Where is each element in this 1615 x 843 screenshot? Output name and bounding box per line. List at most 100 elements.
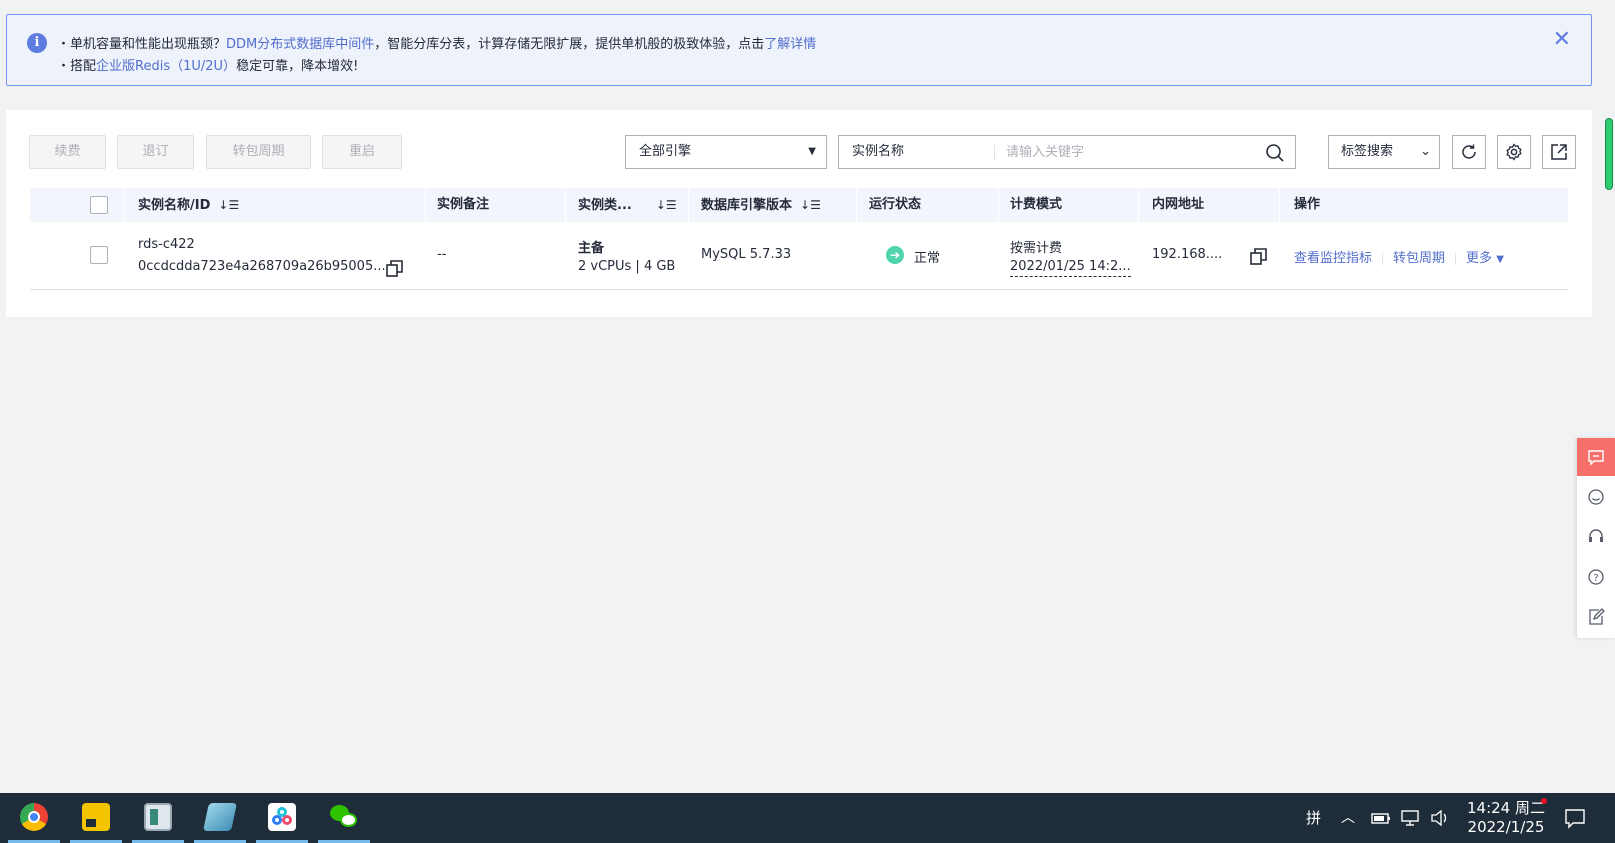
tray-chevron-up-icon[interactable]: ︿ xyxy=(1341,793,1355,843)
more-dropdown[interactable]: 更多 ▼ xyxy=(1466,251,1504,266)
row-actions: 查看监控指标 转包周期 更多 ▼ xyxy=(1294,247,1504,266)
instance-type: 主备 xyxy=(578,241,605,256)
notice-text: 稳定可靠，降本增效! xyxy=(236,59,359,74)
cloud-drive-icon xyxy=(268,803,296,831)
restart-button[interactable]: 重启 xyxy=(322,135,402,169)
export-button[interactable] xyxy=(1542,135,1576,169)
header-engine-label: 数据库引擎版本 xyxy=(701,198,793,213)
search-box xyxy=(994,135,1296,169)
window-icon xyxy=(144,803,172,831)
tag-search-button[interactable]: 标签搜索 ⌄ xyxy=(1328,135,1440,169)
tag-search-label: 标签搜索 xyxy=(1341,144,1394,159)
view-monitoring-link[interactable]: 查看监控指标 xyxy=(1294,251,1372,266)
notebook-icon xyxy=(203,803,237,831)
chrome-icon xyxy=(20,803,48,831)
taskbar-notes-app[interactable] xyxy=(194,793,246,843)
taskbar-wechat[interactable] xyxy=(318,793,370,843)
column-divider xyxy=(1138,188,1139,222)
divider xyxy=(994,145,995,161)
chat-icon xyxy=(1588,450,1604,466)
table-row: rds-c422 0ccdcdda723e4a268709a26b95005..… xyxy=(30,222,1568,290)
sort-icon[interactable]: ↓☰ xyxy=(218,198,239,212)
network-icon[interactable] xyxy=(1400,809,1420,827)
divider xyxy=(1455,252,1457,265)
status-ok-icon: ➔ xyxy=(886,246,904,264)
customer-service-button[interactable] xyxy=(1577,518,1615,556)
search-field-value: 实例名称 xyxy=(852,144,905,159)
smile-icon xyxy=(1588,489,1604,505)
column-divider xyxy=(688,188,689,222)
column-divider xyxy=(425,188,426,222)
renew-button[interactable]: 续费 xyxy=(29,135,106,169)
windows-taskbar: 拼 ︿ 14:24 周二 2022/1/25 xyxy=(0,793,1615,843)
instance-spec: 2 vCPUs | 4 GB xyxy=(578,259,676,274)
copy-icon[interactable] xyxy=(1250,248,1267,265)
instance-name-link[interactable]: rds-c422 xyxy=(138,237,195,252)
action-center-icon[interactable] xyxy=(1564,807,1586,829)
column-divider xyxy=(998,188,999,222)
more-label: 更多 xyxy=(1466,251,1493,266)
feedback-button[interactable] xyxy=(1577,438,1615,476)
headset-icon xyxy=(1589,529,1603,542)
select-all-checkbox[interactable] xyxy=(90,196,108,214)
ime-indicator[interactable]: 拼 xyxy=(1306,793,1321,843)
settings-button[interactable] xyxy=(1497,135,1531,169)
system-clock[interactable]: 14:24 周二 2022/1/25 xyxy=(1466,799,1546,837)
change-billing-button[interactable]: 转包周期 xyxy=(206,135,311,169)
search-icon[interactable] xyxy=(1265,143,1285,163)
header-engine[interactable]: 数据库引擎版本 ↓☰ xyxy=(701,188,821,222)
clock-time: 14:24 周二 xyxy=(1467,799,1545,817)
gear-icon xyxy=(1506,143,1522,161)
scrollbar-thumb[interactable] xyxy=(1605,118,1613,190)
column-divider xyxy=(856,188,857,222)
header-status: 运行状态 xyxy=(869,197,922,212)
header-billing: 计费模式 xyxy=(1010,197,1063,212)
battery-icon[interactable] xyxy=(1371,810,1391,826)
search-field-select[interactable]: 实例名称 ▼ xyxy=(838,135,1018,169)
floating-toolbar: ? xyxy=(1577,438,1615,638)
help-button[interactable]: ? xyxy=(1577,558,1615,596)
column-divider xyxy=(565,188,566,222)
billing-mode: 按需计费 xyxy=(1010,241,1063,256)
notice-text: ，智能分库分表，计算存储无限扩展，提供单机般的极致体验，点击 xyxy=(374,37,765,52)
volume-icon[interactable] xyxy=(1430,809,1450,827)
header-name-label: 实例名称/ID xyxy=(138,198,211,213)
taskbar-sticky-notes[interactable] xyxy=(70,793,122,843)
notes-button[interactable] xyxy=(1577,598,1615,636)
notice-banner: i ・单机容量和性能出现瓶颈？DDM分布式数据库中间件，智能分库分表，计算存储无… xyxy=(6,14,1592,86)
close-icon[interactable]: ✕ xyxy=(1553,29,1571,51)
divider xyxy=(1382,252,1384,265)
header-ip: 内网地址 xyxy=(1152,197,1205,212)
sort-icon[interactable]: ↓☰ xyxy=(800,198,821,212)
notice-text: ・单机容量和性能出现瓶颈？ xyxy=(57,37,227,52)
redis-link[interactable]: 企业版Redis（1U/2U） xyxy=(96,59,236,74)
row-checkbox[interactable] xyxy=(90,246,108,264)
taskbar-window-app[interactable] xyxy=(132,793,184,843)
unsubscribe-button[interactable]: 退订 xyxy=(117,135,194,169)
change-billing-link[interactable]: 转包周期 xyxy=(1393,251,1445,266)
refresh-button[interactable] xyxy=(1452,135,1486,169)
ddm-link[interactable]: DDM分布式数据库中间件 xyxy=(226,37,374,52)
notice-text: ・搭配 xyxy=(57,59,97,74)
taskbar-baidu-netdisk[interactable] xyxy=(256,793,308,843)
engine-select[interactable]: 全部引擎 ▼ xyxy=(625,135,827,169)
sort-icon[interactable]: ↓☰ xyxy=(656,198,677,212)
search-input[interactable] xyxy=(1006,142,1246,162)
help-icon: ? xyxy=(1588,569,1604,585)
satisfaction-button[interactable] xyxy=(1577,478,1615,516)
notice-line-1: ・单机容量和性能出现瓶颈？DDM分布式数据库中间件，智能分库分表，计算存储无限扩… xyxy=(57,33,816,52)
engine-select-value: 全部引擎 xyxy=(639,144,692,159)
header-ops: 操作 xyxy=(1294,197,1321,212)
info-icon: i xyxy=(27,33,47,53)
edit-icon xyxy=(1589,608,1605,625)
billing-time[interactable]: 2022/01/25 14:2... xyxy=(1010,259,1131,277)
header-type[interactable]: 实例类... ↓☰ xyxy=(578,188,677,222)
notification-dot xyxy=(1541,798,1547,804)
header-name[interactable]: 实例名称/ID ↓☰ xyxy=(138,188,239,222)
status-text: 正常 xyxy=(914,251,941,266)
learn-more-link[interactable]: 了解详情 xyxy=(764,37,816,52)
copy-icon[interactable] xyxy=(386,260,403,277)
instance-list-card: 续费 退订 转包周期 重启 全部引擎 ▼ 实例名称 ▼ 标签搜索 ⌄ xyxy=(6,110,1592,317)
instance-remark: -- xyxy=(437,247,447,262)
taskbar-chrome[interactable] xyxy=(8,793,60,843)
